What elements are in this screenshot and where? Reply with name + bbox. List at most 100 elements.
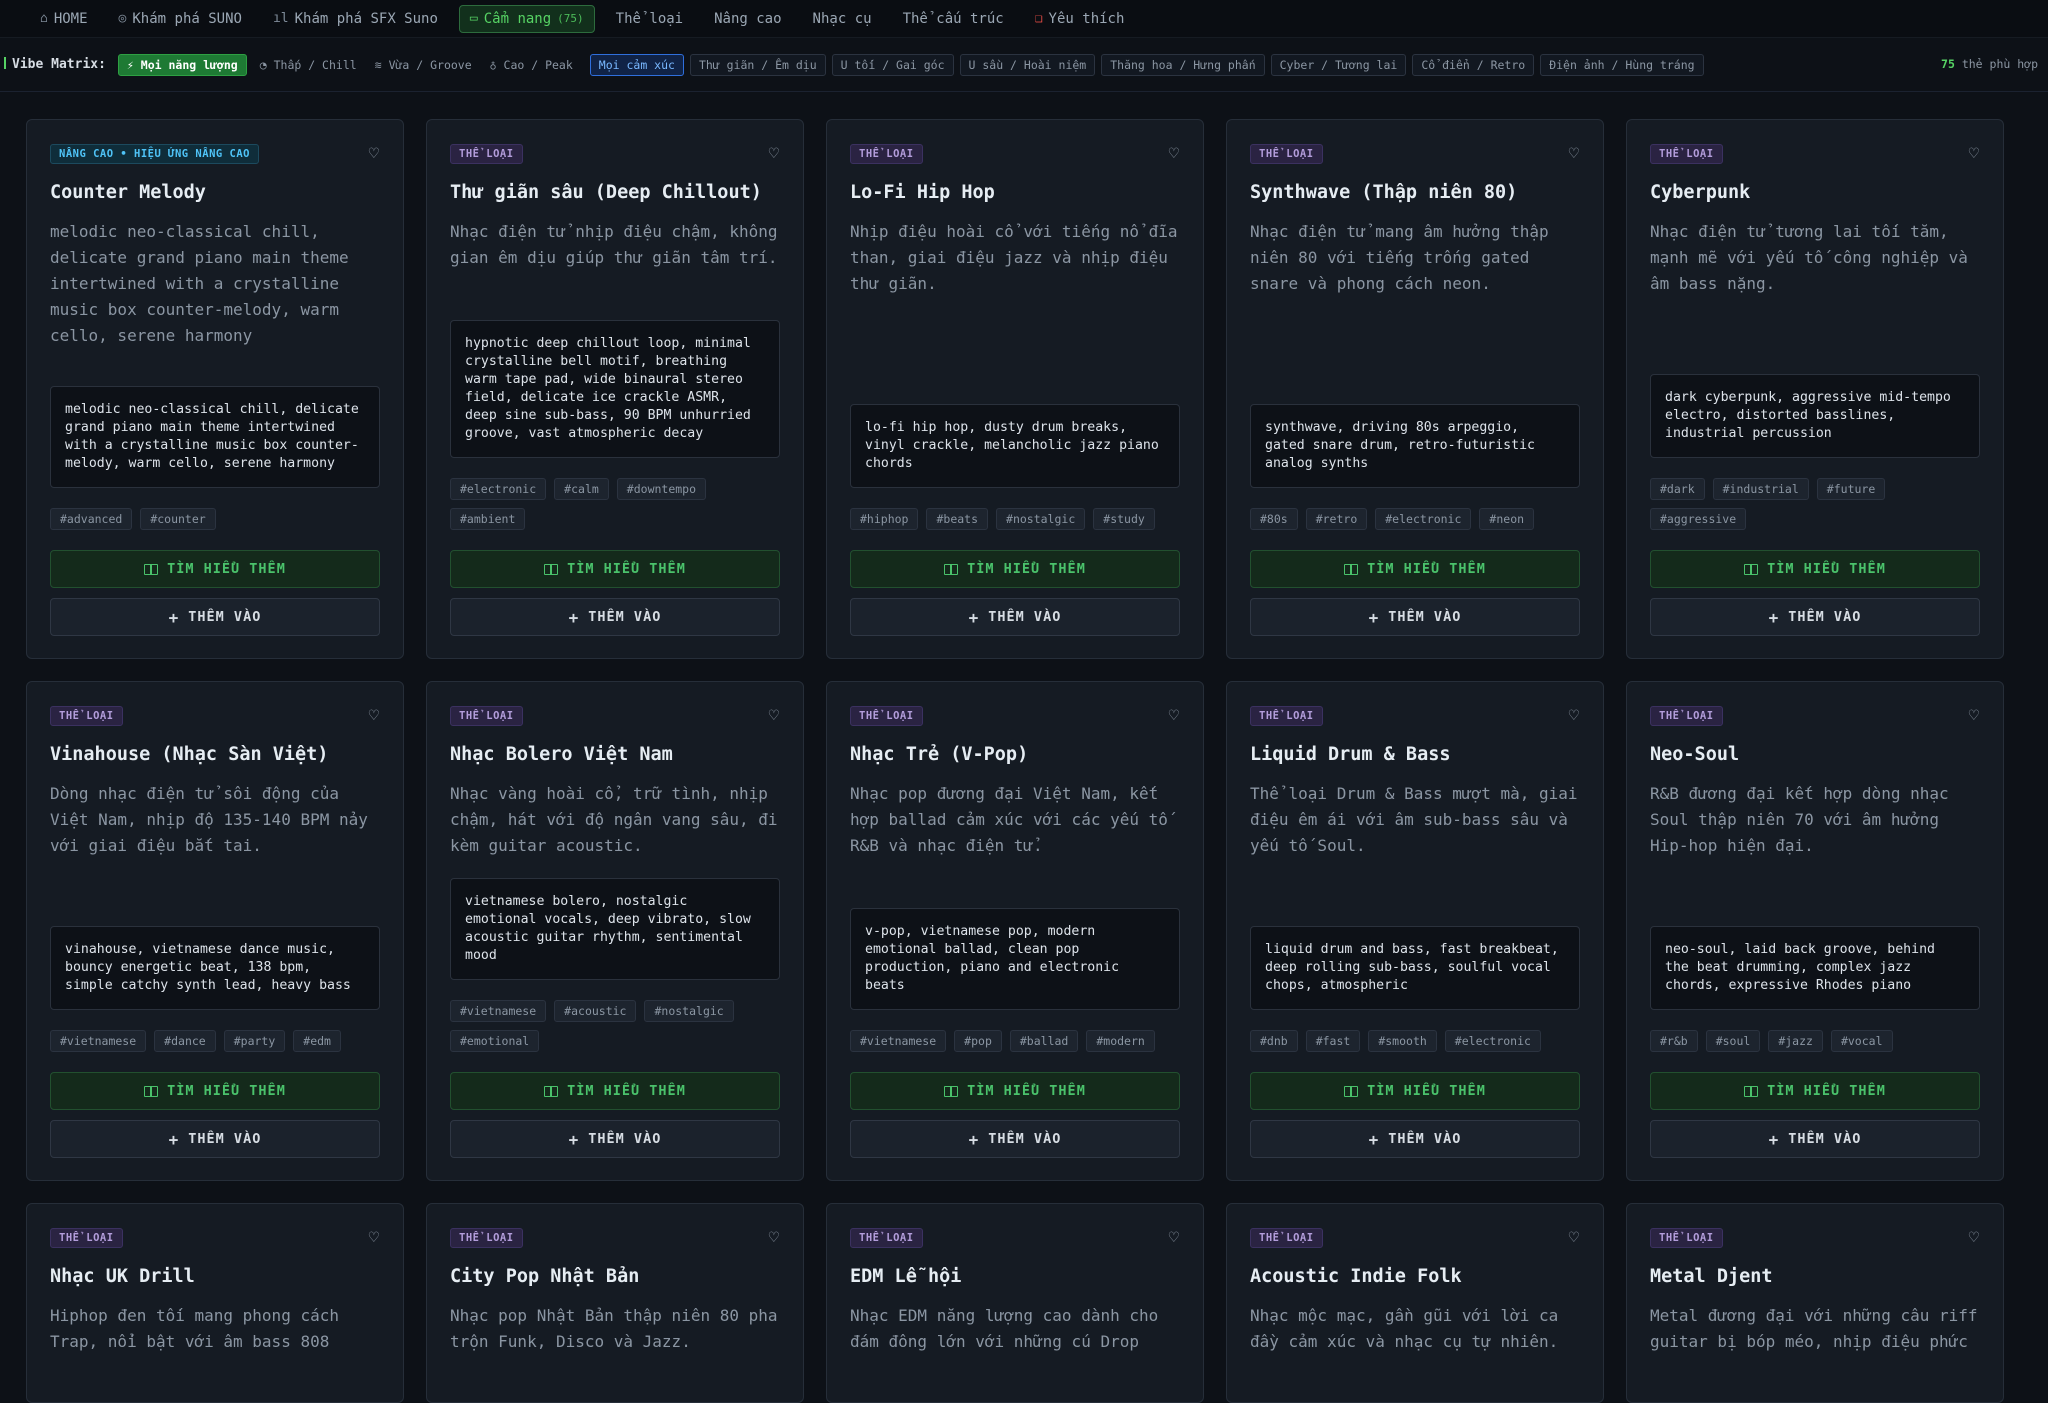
heart-icon[interactable]: ♡	[769, 1228, 779, 1248]
mood-filter-cinematic[interactable]: Điện ảnh / Hùng tráng	[1540, 53, 1704, 76]
nav-item-0[interactable]: ⌂ HOME	[30, 6, 98, 32]
learn-more-button[interactable]: TÌM HIỂU THÊM	[1650, 550, 1980, 588]
tag[interactable]: #future	[1816, 478, 1886, 500]
tag[interactable]: #smooth	[1368, 1030, 1437, 1052]
learn-more-button[interactable]: TÌM HIỂU THÊM	[850, 1072, 1180, 1110]
tag[interactable]: #vietnamese	[50, 1030, 147, 1052]
add-button[interactable]: + THÊM VÀO	[450, 1120, 780, 1158]
nav-item-3[interactable]: ▭ Cẩm nang (75)	[458, 4, 595, 33]
heart-icon[interactable]: ♡	[369, 706, 379, 726]
mood-filter-dark[interactable]: U tối / Gai góc	[831, 53, 954, 76]
learn-more-button[interactable]: TÌM HIỂU THÊM	[1250, 550, 1580, 588]
genre-card[interactable]: THỂ LOẠI ♡ Metal Djent Metal đương đại với …	[1626, 1203, 2004, 1403]
tag[interactable]: #soul	[1705, 1030, 1761, 1052]
add-button[interactable]: + THÊM VÀO	[850, 598, 1180, 636]
mood-filter-cyber[interactable]: Cyber / Tương lai	[1270, 53, 1407, 76]
add-button[interactable]: + THÊM VÀO	[50, 1120, 380, 1158]
tag[interactable]: #calm	[554, 478, 609, 500]
genre-card[interactable]: THỂ LOẠI ♡ EDM Lễ hội Nhạc EDM năng lượng c…	[826, 1203, 1204, 1403]
heart-icon[interactable]: ♡	[1969, 144, 1979, 164]
tag[interactable]: #vocal	[1830, 1030, 1893, 1052]
heart-icon[interactable]: ♡	[769, 706, 779, 726]
genre-card[interactable]: THỂ LOẠI ♡ Nhạc Trẻ (V-Pop) Nhạc pop đương …	[826, 681, 1204, 1181]
tag[interactable]: #vietnamese	[850, 1030, 947, 1052]
prompt-box[interactable]: dark cyberpunk, aggressive mid-tempo ele…	[1650, 374, 1980, 458]
heart-icon[interactable]: ♡	[1969, 706, 1979, 726]
heart-icon[interactable]: ♡	[1569, 706, 1579, 726]
heart-icon[interactable]: ♡	[1569, 144, 1579, 164]
heart-icon[interactable]: ♡	[1169, 1228, 1179, 1248]
mood-filter-relax[interactable]: Thư giãn / Êm dịu	[689, 53, 826, 76]
mood-filter-euphoric[interactable]: Thăng hoa / Hưng phấn	[1101, 53, 1265, 76]
tag[interactable]: #emotional	[450, 1030, 540, 1052]
nav-item-7[interactable]: Thể cấu trúc	[893, 6, 1014, 32]
prompt-box[interactable]: v-pop, vietnamese pop, modern emotional …	[850, 908, 1180, 1010]
prompt-box[interactable]: vinahouse, vietnamese dance music, bounc…	[50, 926, 380, 1010]
tag[interactable]: #jazz	[1768, 1030, 1823, 1052]
tag[interactable]: #80s	[1250, 508, 1298, 530]
tag[interactable]: #pop	[954, 1030, 1002, 1052]
learn-more-button[interactable]: TÌM HIỂU THÊM	[450, 550, 780, 588]
genre-card[interactable]: THỂ LOẠI ♡ Neo-Soul R&B đương đại kết hợp d…	[1626, 681, 2004, 1181]
heart-icon[interactable]: ♡	[369, 1228, 379, 1248]
genre-card[interactable]: THỂ LOẠI ♡ Cyberpunk Nhạc điện tử tương lai…	[1626, 119, 2004, 659]
tag[interactable]: #aggressive	[1650, 508, 1747, 530]
tag[interactable]: #r&b	[1650, 1030, 1698, 1052]
tag[interactable]: #downtempo	[616, 478, 707, 500]
energy-filter-mid[interactable]: ≋ Vừa / Groove	[368, 54, 479, 76]
tag[interactable]: #hiphop	[850, 508, 919, 530]
tag[interactable]: #advanced	[50, 508, 133, 530]
tag[interactable]: #electronic	[450, 478, 547, 500]
tag[interactable]: #electronic	[1444, 1030, 1541, 1052]
nav-item-4[interactable]: Thể loại	[606, 6, 693, 32]
energy-filter-all[interactable]: ⚡ Mọi năng lượng	[117, 53, 247, 76]
add-button[interactable]: + THÊM VÀO	[850, 1120, 1180, 1158]
genre-card[interactable]: THỂ LOẠI ♡ Synthwave (Thập niên 80) Nhạc đi…	[1226, 119, 1604, 659]
nav-item-2[interactable]: ıl Khám phá SFX Suno	[263, 6, 448, 32]
nav-item-1[interactable]: ◎ Khám phá SUNO	[109, 6, 252, 32]
add-button[interactable]: + THÊM VÀO	[1650, 598, 1980, 636]
tag[interactable]: #nostalgic	[996, 508, 1086, 530]
tag[interactable]: #edm	[293, 1030, 341, 1052]
energy-filter-low[interactable]: ◔ Thấp / Chill	[253, 54, 364, 76]
tag[interactable]: #dance	[154, 1030, 216, 1052]
learn-more-button[interactable]: TÌM HIỂU THÊM	[450, 1072, 780, 1110]
nav-item-5[interactable]: Nâng cao	[704, 6, 791, 32]
add-button[interactable]: + THÊM VÀO	[50, 598, 380, 636]
tag[interactable]: #industrial	[1712, 478, 1809, 500]
prompt-box[interactable]: melodic neo-classical chill, delicate gr…	[50, 386, 380, 488]
nav-item-6[interactable]: Nhạc cụ	[803, 6, 882, 32]
tag[interactable]: #counter	[140, 508, 216, 530]
learn-more-button[interactable]: TÌM HIỂU THÊM	[850, 550, 1180, 588]
tag[interactable]: #vietnamese	[450, 1000, 547, 1022]
tag[interactable]: #ballad	[1009, 1030, 1079, 1052]
add-button[interactable]: + THÊM VÀO	[450, 598, 780, 636]
heart-icon[interactable]: ♡	[1169, 706, 1179, 726]
tag[interactable]: #modern	[1086, 1030, 1155, 1052]
tag[interactable]: #nostalgic	[644, 1000, 734, 1022]
genre-card[interactable]: THỂ LOẠI ♡ Nhạc UK Drill Hiphop đen tối man…	[26, 1203, 404, 1403]
genre-card[interactable]: THỂ LOẠI ♡ Lo-Fi Hip Hop Nhịp điệu hoài cổ …	[826, 119, 1204, 659]
mood-filter-melancholy[interactable]: U sầu / Hoài niệm	[959, 53, 1096, 76]
prompt-box[interactable]: liquid drum and bass, fast breakbeat, de…	[1250, 926, 1580, 1010]
tag[interactable]: #ambient	[450, 508, 526, 530]
mood-filter-retro[interactable]: Cổ điển / Retro	[1412, 53, 1535, 76]
genre-card[interactable]: THỂ LOẠI ♡ City Pop Nhật Bản Nhạc pop Nhật …	[426, 1203, 804, 1403]
tag[interactable]: #study	[1093, 508, 1155, 530]
tag[interactable]: #party	[223, 1030, 286, 1052]
tag[interactable]: #electronic	[1375, 508, 1472, 530]
add-button[interactable]: + THÊM VÀO	[1250, 598, 1580, 636]
mood-filter-all[interactable]: Mọi cảm xúc	[589, 53, 684, 76]
energy-filter-high[interactable]: ♁ Cao / Peak	[483, 54, 580, 76]
genre-card[interactable]: THỂ LOẠI ♡ Vinahouse (Nhạc Sàn Việt) Dòng n…	[26, 681, 404, 1181]
tag[interactable]: #fast	[1305, 1030, 1361, 1052]
tag[interactable]: #dnb	[1250, 1030, 1298, 1052]
genre-card[interactable]: THỂ LOẠI ♡ Nhạc Bolero Việt Nam Nhạc vàng h…	[426, 681, 804, 1181]
tag[interactable]: #beats	[926, 508, 989, 530]
heart-icon[interactable]: ♡	[769, 144, 779, 164]
learn-more-button[interactable]: TÌM HIỂU THÊM	[50, 550, 380, 588]
prompt-box[interactable]: lo-fi hip hop, dusty drum breaks, vinyl …	[850, 404, 1180, 488]
learn-more-button[interactable]: TÌM HIỂU THÊM	[1250, 1072, 1580, 1110]
genre-card[interactable]: THỂ LOẠI ♡ Liquid Drum & Bass Thể loại Drum…	[1226, 681, 1604, 1181]
tag[interactable]: #acoustic	[554, 1000, 637, 1022]
